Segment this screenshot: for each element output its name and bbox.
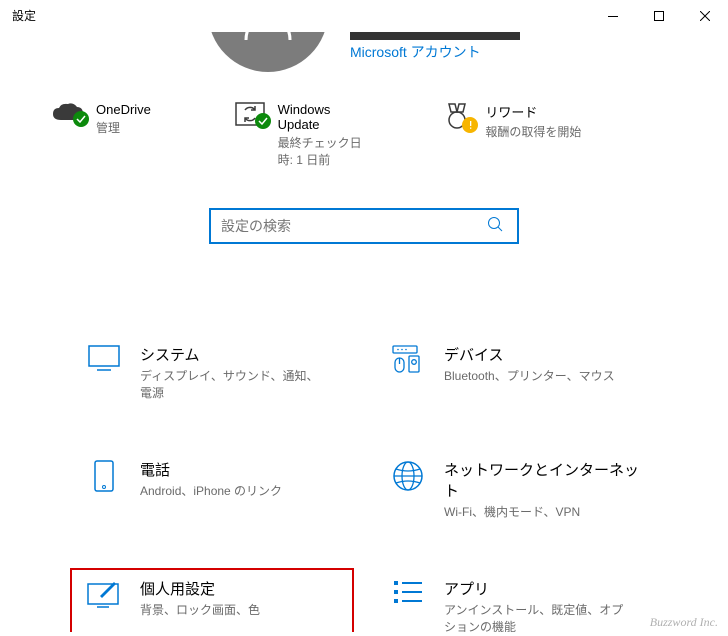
category-title: ネットワークとインターネット [444,459,644,501]
window-title: 設定 [12,7,36,24]
minimize-icon [608,16,618,17]
category-title: 個人用設定 [140,578,260,599]
windows-update-status[interactable]: Windows Update 最終チェック日時: 1 日前 [232,102,370,168]
category-title: 電話 [140,459,282,480]
status-row: OneDrive 管理 Windows Update 最終チェック日時: 1 日… [40,102,688,168]
check-badge-icon [73,111,89,127]
update-sub: 最終チェック日時: 1 日前 [278,134,370,168]
rewards-status[interactable]: リワード 報酬の取得を開始 [439,102,678,168]
category-sub: ディスプレイ、サウンド、通知、電源 [140,367,320,401]
close-button[interactable] [682,0,728,32]
category-devices[interactable]: デバイス Bluetooth、プリンター、マウス [374,334,658,411]
phone-icon [93,459,115,493]
category-sub: Android、iPhone のリンク [140,482,282,499]
onedrive-sub: 管理 [96,119,151,136]
window-controls [590,0,728,32]
profile-area: Microsoft アカウント [40,32,688,72]
category-sub: Wi-Fi、機内モード、VPN [444,503,624,520]
rewards-title: リワード [485,102,581,121]
alert-badge-icon [462,117,478,133]
onedrive-title: OneDrive [96,102,151,117]
search-input[interactable] [221,218,487,234]
update-title: Windows Update [278,102,370,132]
search-icon [487,216,503,232]
onedrive-status[interactable]: OneDrive 管理 [50,102,207,168]
category-phone[interactable]: 電話 Android、iPhone のリンク [70,449,354,530]
category-title: システム [140,344,320,365]
category-personalization[interactable]: 個人用設定 背景、ロック画面、色 [70,568,354,632]
maximize-icon [654,11,664,21]
watermark: Buzzword Inc. [650,615,718,630]
account-name-redacted [350,32,520,40]
category-title: デバイス [444,344,615,365]
minimize-button[interactable] [590,0,636,32]
search-box[interactable] [209,208,519,244]
category-grid: システム ディスプレイ、サウンド、通知、電源 デバイス Bluetooth、プリ… [40,334,688,632]
apps-icon [392,578,424,606]
close-icon [700,11,710,21]
category-network[interactable]: ネットワークとインターネット Wi-Fi、機内モード、VPN [374,449,658,530]
rewards-sub: 報酬の取得を開始 [485,123,581,140]
system-icon [87,344,121,372]
category-sub: アンインストール、既定値、オプションの機能 [444,601,624,632]
avatar-icon [238,32,298,42]
globe-icon [391,459,425,493]
category-sub: 背景、ロック画面、色 [140,601,260,618]
category-sub: Bluetooth、プリンター、マウス [444,367,615,384]
microsoft-account-link[interactable]: Microsoft アカウント [350,42,520,62]
devices-icon [391,344,425,374]
category-system[interactable]: システム ディスプレイ、サウンド、通知、電源 [70,334,354,411]
check-badge-icon [255,113,271,129]
maximize-button[interactable] [636,0,682,32]
avatar [208,32,328,72]
category-apps[interactable]: アプリ アンインストール、既定値、オプションの機能 [374,568,658,632]
category-title: アプリ [444,578,624,599]
personalization-icon [86,578,122,608]
